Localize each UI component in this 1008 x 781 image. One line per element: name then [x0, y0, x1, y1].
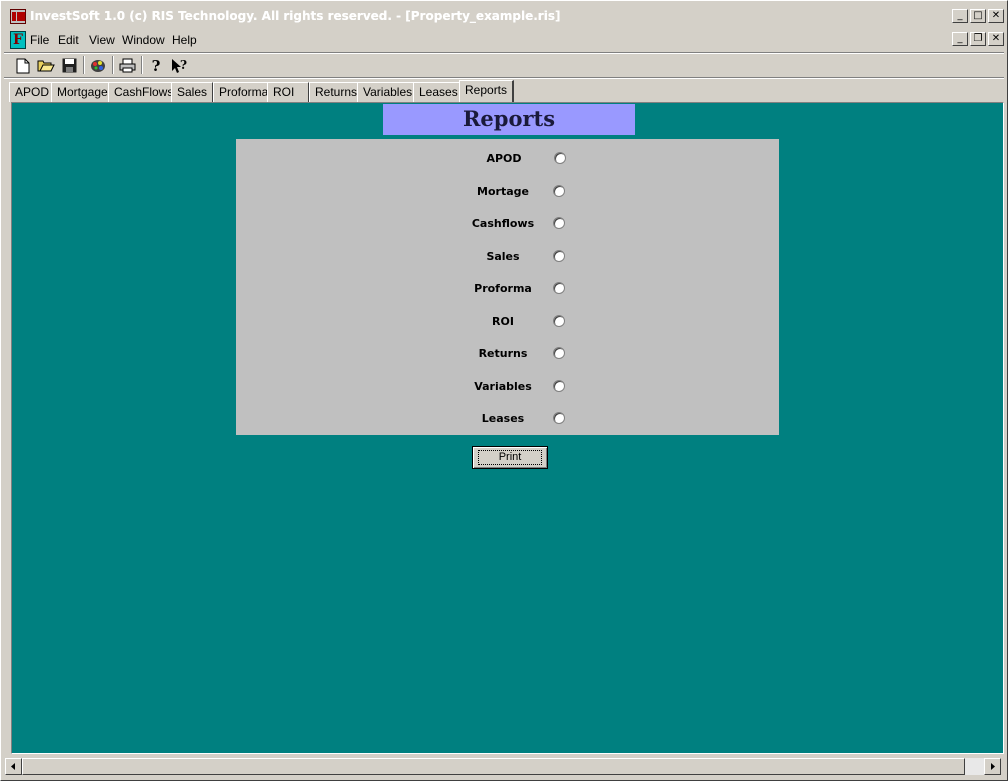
title-bar[interactable]: InvestSoft 1.0 (c) RIS Technology. All r…	[4, 5, 1004, 28]
app-window: InvestSoft 1.0 (c) RIS Technology. All r…	[0, 0, 1008, 781]
app-logo-icon[interactable]	[10, 9, 26, 24]
radio-roi[interactable]	[553, 315, 565, 327]
context-help-icon[interactable]: ?	[168, 55, 190, 76]
reports-workspace: Reports APOD Mortage Cashflows Sales Pro…	[11, 102, 1004, 754]
doc-close-icon[interactable]: ✕	[988, 32, 1004, 46]
toolbar-separator	[83, 56, 85, 74]
tab-apod[interactable]: APOD	[9, 82, 56, 102]
tab-roi[interactable]: ROI	[267, 82, 309, 102]
minimize-icon[interactable]: _	[952, 9, 968, 23]
print-button-label: Print	[477, 450, 543, 465]
menu-bar: F File Edit View Window Help _ ❐ ✕	[4, 29, 1004, 51]
radio-apod[interactable]	[554, 152, 566, 164]
tab-returns[interactable]: Returns	[309, 82, 364, 102]
toolbar-separator	[141, 56, 143, 74]
menu-edit[interactable]: Edit	[58, 33, 79, 47]
radio-proforma[interactable]	[553, 282, 565, 294]
color-palette-icon[interactable]	[87, 55, 109, 76]
menu-view[interactable]: View	[89, 33, 115, 47]
radio-mortage[interactable]	[553, 185, 565, 197]
close-icon[interactable]: ✕	[988, 9, 1004, 23]
menu-window[interactable]: Window	[122, 33, 165, 47]
radio-sales[interactable]	[553, 250, 565, 262]
option-label-cashflows: Cashflows	[471, 217, 535, 230]
report-options-panel: APOD Mortage Cashflows Sales Proforma RO…	[236, 139, 779, 435]
maximize-icon[interactable]: □	[970, 9, 986, 23]
tab-bar: APOD Mortgage CashFlows Sales Proforma R…	[9, 80, 1004, 102]
toolbar-separator	[112, 56, 114, 74]
tab-proforma[interactable]: Proforma	[213, 82, 275, 102]
option-label-returns: Returns	[478, 347, 528, 360]
radio-returns[interactable]	[553, 347, 565, 359]
scroll-thumb[interactable]	[22, 758, 965, 775]
radio-variables[interactable]	[553, 380, 565, 392]
toolbar: ? ?	[4, 54, 1004, 77]
horizontal-scrollbar[interactable]	[5, 758, 1001, 775]
option-label-sales: Sales	[486, 250, 520, 263]
option-label-proforma: Proforma	[474, 282, 532, 295]
radio-cashflows[interactable]	[553, 217, 565, 229]
tab-variables[interactable]: Variables	[357, 82, 419, 102]
save-disk-icon[interactable]	[58, 55, 80, 76]
option-label-mortage: Mortage	[477, 185, 529, 198]
option-label-variables: Variables	[474, 380, 532, 393]
radio-leases[interactable]	[553, 412, 565, 424]
tab-cashflows[interactable]: CashFlows	[108, 82, 180, 102]
scroll-right-icon[interactable]	[984, 758, 1001, 775]
menu-file[interactable]: File	[30, 33, 49, 47]
open-folder-icon[interactable]	[35, 55, 57, 76]
window-title: InvestSoft 1.0 (c) RIS Technology. All r…	[30, 9, 561, 23]
scroll-left-icon[interactable]	[5, 758, 22, 775]
tab-leases[interactable]: Leases	[413, 82, 464, 102]
print-button[interactable]: Print	[472, 446, 548, 469]
toolbar-separator-line	[4, 77, 1004, 79]
tab-sales[interactable]: Sales	[171, 82, 214, 102]
page-title: Reports	[383, 104, 635, 135]
menu-help[interactable]: Help	[172, 33, 197, 47]
tab-reports[interactable]: Reports	[459, 80, 515, 102]
option-label-apod: APOD	[486, 152, 522, 165]
help-icon[interactable]: ?	[145, 55, 167, 76]
document-icon[interactable]: F	[10, 31, 26, 49]
option-label-leases: Leases	[481, 412, 525, 425]
print-icon[interactable]	[116, 55, 138, 76]
option-label-roi: ROI	[492, 315, 514, 328]
new-file-icon[interactable]	[12, 55, 34, 76]
doc-minimize-icon[interactable]: _	[952, 32, 968, 46]
tab-mortgage[interactable]: Mortgage	[51, 82, 114, 102]
doc-restore-icon[interactable]: ❐	[970, 32, 986, 46]
svg-text:?: ?	[180, 58, 187, 72]
